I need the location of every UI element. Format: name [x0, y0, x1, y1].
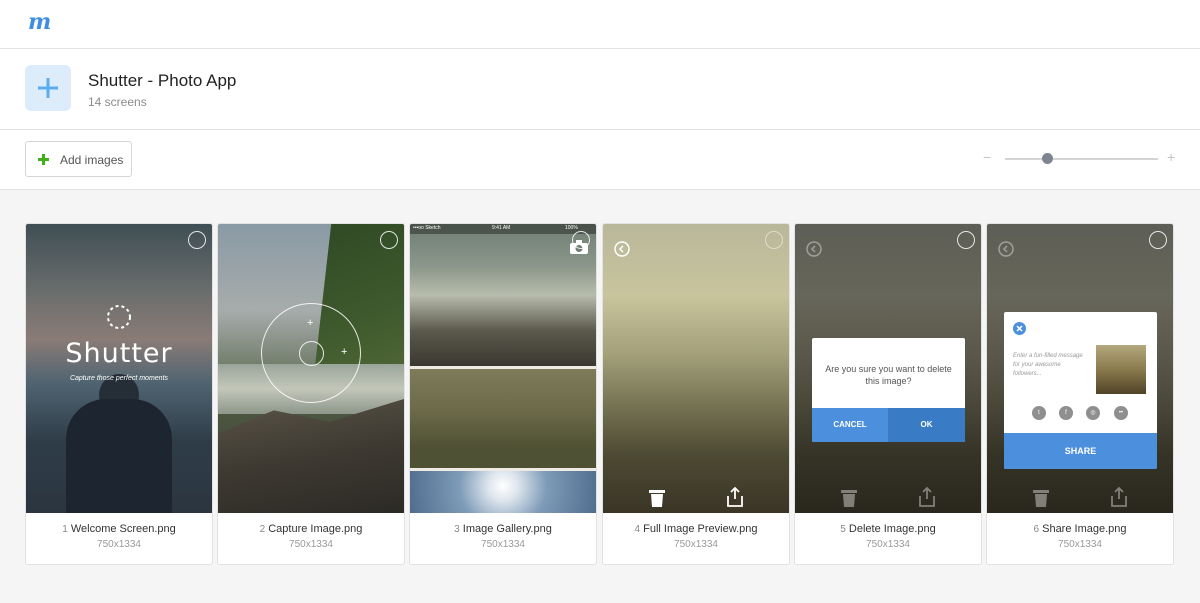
app-logo[interactable]: m — [28, 11, 51, 33]
zoom-slider-track[interactable] — [1005, 158, 1158, 160]
screen-size: 750x1334 — [481, 539, 525, 550]
dialog-message: Are you sure you want to delete this ima… — [825, 364, 952, 386]
screen-card[interactable]: Enter a fun-filled message for your awes… — [986, 223, 1174, 565]
zoom-slider-handle[interactable] — [1042, 153, 1053, 164]
screen-caption: 3 Image Gallery.png — [410, 523, 596, 535]
screen-card[interactable]: Shutter Capture those perfect moments 1 … — [25, 223, 213, 565]
dialog-cancel-button: CANCEL — [812, 408, 888, 442]
facebook-icon: f — [1059, 406, 1073, 420]
back-arrow-icon — [998, 241, 1014, 257]
screen-thumbnail[interactable]: Are you sure you want to delete this ima… — [795, 224, 981, 513]
shutter-button — [299, 341, 324, 366]
focus-plus-icon: + — [341, 346, 348, 358]
screen-caption: 5 Delete Image.png — [795, 523, 981, 535]
welcome-tagline: Capture those perfect moments — [69, 375, 169, 382]
gallery-photo — [410, 369, 596, 468]
screen-number: 2 — [259, 524, 266, 535]
add-images-label: Add images — [60, 153, 124, 167]
screen-thumbnail[interactable] — [603, 224, 789, 513]
share-icon — [919, 487, 935, 507]
select-checkbox[interactable] — [1149, 231, 1167, 249]
delete-confirm-dialog: Are you sure you want to delete this ima… — [812, 338, 965, 442]
close-icon — [1013, 322, 1026, 335]
loading-spinner-icon — [107, 305, 131, 329]
battery-label: 100% — [565, 225, 578, 231]
project-screen-count: 14 screens — [88, 95, 147, 109]
screen-name: Capture Image.png — [268, 523, 363, 535]
gallery-photo — [410, 224, 596, 366]
screen-caption: 6 Share Image.png — [987, 523, 1173, 535]
share-button: SHARE — [1004, 433, 1157, 469]
screen-caption: 2 Capture Image.png — [218, 523, 404, 535]
project-title: Shutter - Photo App — [88, 71, 237, 90]
screen-card[interactable]: •••oo Sketch 9:41 AM 100% 3 Image Galler… — [409, 223, 597, 565]
add-images-button[interactable]: Add images — [25, 141, 132, 177]
plus-icon — [38, 78, 58, 98]
instagram-icon: ◎ — [1086, 406, 1100, 420]
back-arrow-icon — [614, 241, 630, 257]
share-icon — [727, 487, 743, 507]
screen-card[interactable]: + + 2 Capture Image.png 750x1334 — [217, 223, 405, 565]
carrier-label: •••oo Sketch — [413, 225, 441, 231]
ios-status-bar: •••oo Sketch 9:41 AM 100% — [410, 224, 596, 234]
screen-name: Share Image.png — [1042, 523, 1127, 535]
screen-size: 750x1334 — [97, 539, 141, 550]
trash-icon — [1033, 490, 1049, 507]
gallery-photo — [410, 471, 596, 513]
twitter-icon: t — [1032, 406, 1046, 420]
select-checkbox[interactable] — [957, 231, 975, 249]
status-time: 9:41 AM — [492, 225, 511, 231]
screen-name: Full Image Preview.png — [643, 523, 758, 535]
screen-thumbnail[interactable]: Enter a fun-filled message for your awes… — [987, 224, 1173, 513]
share-icon — [1111, 487, 1127, 507]
top-bar: m — [0, 0, 1200, 49]
project-header: Shutter - Photo App 14 screens — [0, 49, 1200, 130]
trash-icon — [841, 490, 857, 507]
project-thumbnail[interactable] — [25, 65, 71, 111]
trash-icon — [649, 490, 665, 507]
screen-name: Delete Image.png — [848, 523, 936, 535]
add-icon — [38, 154, 49, 165]
dialog-ok-button: OK — [888, 408, 965, 442]
screen-thumbnail[interactable]: + + — [218, 224, 404, 513]
screen-number: 1 — [62, 524, 68, 535]
back-arrow-icon — [806, 241, 822, 257]
screen-card[interactable]: 4 Full Image Preview.png 750x1334 — [602, 223, 790, 565]
zoom-out-icon[interactable]: − — [983, 149, 991, 165]
share-photo-thumbnail — [1096, 345, 1146, 394]
screen-number: 5 — [840, 524, 846, 535]
select-checkbox[interactable] — [572, 231, 590, 249]
screen-thumbnail[interactable]: Shutter Capture those perfect moments — [26, 224, 212, 513]
flickr-icon: •• — [1114, 406, 1128, 420]
screen-number: 4 — [634, 524, 641, 535]
focus-plus-icon: + — [307, 317, 314, 329]
person-silhouette — [66, 399, 172, 513]
screen-number: 3 — [454, 524, 460, 535]
zoom-in-icon[interactable]: + — [1167, 149, 1175, 165]
screen-name: Welcome Screen.png — [70, 523, 176, 535]
screen-size: 750x1334 — [674, 539, 718, 550]
screen-number: 6 — [1033, 524, 1040, 535]
screen-card[interactable]: Are you sure you want to delete this ima… — [794, 223, 982, 565]
screen-size: 750x1334 — [289, 539, 333, 550]
select-checkbox[interactable] — [380, 231, 398, 249]
screen-size: 750x1334 — [1058, 539, 1102, 550]
select-checkbox[interactable] — [188, 231, 206, 249]
screen-name: Image Gallery.png — [462, 523, 552, 535]
select-checkbox[interactable] — [765, 231, 783, 249]
screen-thumbnail[interactable]: •••oo Sketch 9:41 AM 100% — [410, 224, 596, 513]
screen-caption: 1 Welcome Screen.png — [26, 523, 212, 535]
rocks-image — [218, 399, 404, 513]
screen-size: 750x1334 — [866, 539, 910, 550]
welcome-brand-title: Shutter — [65, 338, 173, 369]
screen-caption: 4 Full Image Preview.png — [603, 523, 789, 535]
toolbar: Add images − + — [0, 130, 1200, 190]
share-message-placeholder: Enter a fun-filled message for your awes… — [1013, 353, 1083, 377]
share-dialog: Enter a fun-filled message for your awes… — [1004, 312, 1157, 469]
